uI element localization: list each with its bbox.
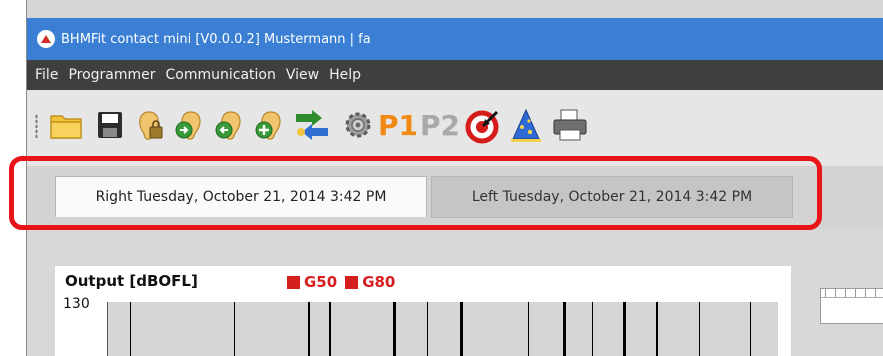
y-axis-top-tick: 130 [63,296,90,312]
grid-line [427,302,428,356]
ear-right-arrow-icon[interactable] [171,106,209,144]
chart-legend: G50 G80 [287,273,395,291]
grid-line [592,302,593,356]
settings-gear-icon[interactable] [339,106,377,144]
menu-communication[interactable]: Communication [166,67,276,83]
grid-line [656,302,658,356]
ear-left-arrow-icon[interactable] [211,106,249,144]
p2-label: P2 [420,108,461,142]
title-bar: BHMFit contact mini [V0.0.0.2] Musterman… [27,18,883,60]
grid-line [563,302,566,356]
menu-programmer[interactable]: Programmer [68,67,155,83]
target-icon[interactable] [465,106,503,144]
menu-file[interactable]: File [35,67,58,83]
legend-swatch-g50 [287,275,300,289]
grid-line [308,302,310,356]
grid-line [329,302,331,356]
save-disk-icon[interactable] [91,106,129,144]
grid-line [130,302,131,356]
app-logo-icon [37,30,55,48]
toolbar-grip[interactable] [35,114,38,138]
grid-line [750,302,751,356]
printer-icon[interactable] [551,106,589,144]
p2-icon[interactable]: P2 [420,106,461,144]
menu-view[interactable]: View [286,67,319,83]
legend-swatch-g80 [345,275,359,289]
side-ruler [820,288,883,324]
grid-line [623,302,626,356]
content-area: Output [dBOFL] G50 G80 130 [27,228,883,356]
window-title: BHMFit contact mini [V0.0.0.2] Musterman… [61,31,371,47]
sync-arrows-icon[interactable] [293,106,331,144]
p1-label: P1 [378,108,419,142]
menu-help[interactable]: Help [329,67,361,83]
grid-line [528,302,529,356]
output-chart: Output [dBOFL] G50 G80 130 [55,266,791,356]
open-folder-icon[interactable] [47,106,85,144]
plot-area [107,302,778,356]
legend-label-g80: G80 [362,273,396,291]
chart-title: Output [dBOFL] [65,272,198,290]
grid-line [460,302,463,356]
ear-plus-icon[interactable] [251,106,289,144]
menu-bar: File Programmer Communication View Help [27,60,883,90]
grid-line [393,302,396,356]
ear-lock-icon[interactable] [131,106,169,144]
tab-highlight-annotation [9,156,822,230]
legend-label-g50: G50 [304,273,338,291]
grid-line [234,302,235,356]
grid-line [699,302,700,356]
p1-icon[interactable]: P1 [378,106,419,144]
wizard-hat-icon[interactable] [507,106,545,144]
